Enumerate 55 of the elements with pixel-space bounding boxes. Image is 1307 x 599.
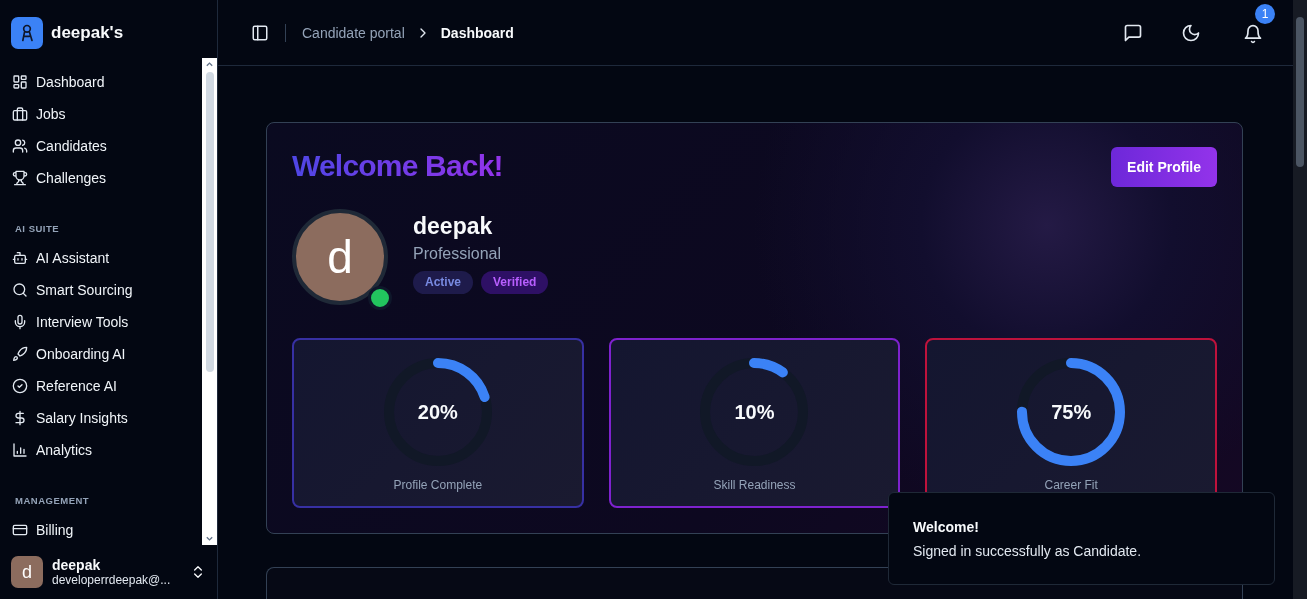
credit-card-icon (12, 522, 28, 538)
sidebar-toggle-icon (251, 23, 269, 42)
nav-item[interactable]: Salary Insights (0, 402, 202, 434)
bar-chart-icon (12, 442, 28, 458)
metric-label: Profile Complete (393, 478, 483, 492)
nav-item[interactable]: Interview Tools (0, 306, 202, 338)
breadcrumb-link[interactable]: Candidate portal (302, 24, 405, 41)
trophy-icon (12, 170, 28, 186)
user-name: deepak (52, 557, 102, 573)
bell-icon (1243, 23, 1263, 44)
nav-item[interactable]: Analytics (0, 434, 202, 466)
nav-item[interactable]: Onboarding AI (0, 338, 202, 370)
scrollbar[interactable] (202, 58, 217, 545)
status-tag: Verified (481, 271, 549, 294)
grid-icon (12, 74, 28, 90)
moon-icon (1181, 22, 1201, 43)
metric-value: 20% (417, 400, 458, 424)
brand-name: deepak's (51, 23, 124, 43)
nav-item[interactable]: Challenges (0, 162, 202, 194)
metric-label: Career Fit (1044, 478, 1098, 492)
nav-item[interactable]: Dashboard (0, 66, 202, 98)
notifications-button[interactable]: 1 (1231, 3, 1275, 54)
toast-message: Signed in successfully as Candidate. (913, 543, 1143, 559)
user-email: developerrdeepak@... (52, 573, 172, 587)
notification-count: 1 (1255, 3, 1275, 24)
nav-item[interactable]: Jobs (0, 98, 202, 130)
nav-item[interactable]: Reference AI (0, 370, 202, 402)
toast-title: Welcome! (913, 519, 980, 535)
chat-icon (1123, 22, 1143, 43)
metric-value: 10% (734, 400, 775, 424)
nav-item[interactable]: Billing (0, 514, 202, 545)
profile-role: Professional (413, 245, 503, 263)
nav-item[interactable]: AI Assistant (0, 242, 202, 274)
search-icon (12, 282, 28, 298)
metric-value: 75% (1051, 400, 1092, 424)
microphone-icon (12, 314, 28, 330)
check-circle-icon (12, 378, 28, 394)
profile-name: deepak (413, 213, 494, 240)
rocket-icon (12, 346, 28, 362)
nav-item[interactable]: Smart Sourcing (0, 274, 202, 306)
users-icon (12, 138, 28, 154)
edit-profile-button[interactable]: Edit Profile (1111, 147, 1217, 187)
user-avatar: d (11, 556, 43, 588)
nav-item[interactable]: Candidates (0, 130, 202, 162)
dollar-icon (12, 410, 28, 426)
robot-icon (12, 250, 28, 266)
status-tag: Active (413, 271, 474, 294)
profile-avatar: d (292, 209, 388, 305)
section-heading: MANAGEMENT (14, 494, 91, 508)
briefcase-icon (12, 106, 28, 122)
breadcrumb-link[interactable]: Dashboard (440, 24, 514, 41)
scrollbar[interactable] (1293, 0, 1307, 599)
user-menu[interactable]: d deepak developerrdeepak@... (0, 545, 217, 599)
section-heading: AI SUITE (14, 222, 61, 236)
metric-label: Skill Readiness (713, 478, 796, 492)
